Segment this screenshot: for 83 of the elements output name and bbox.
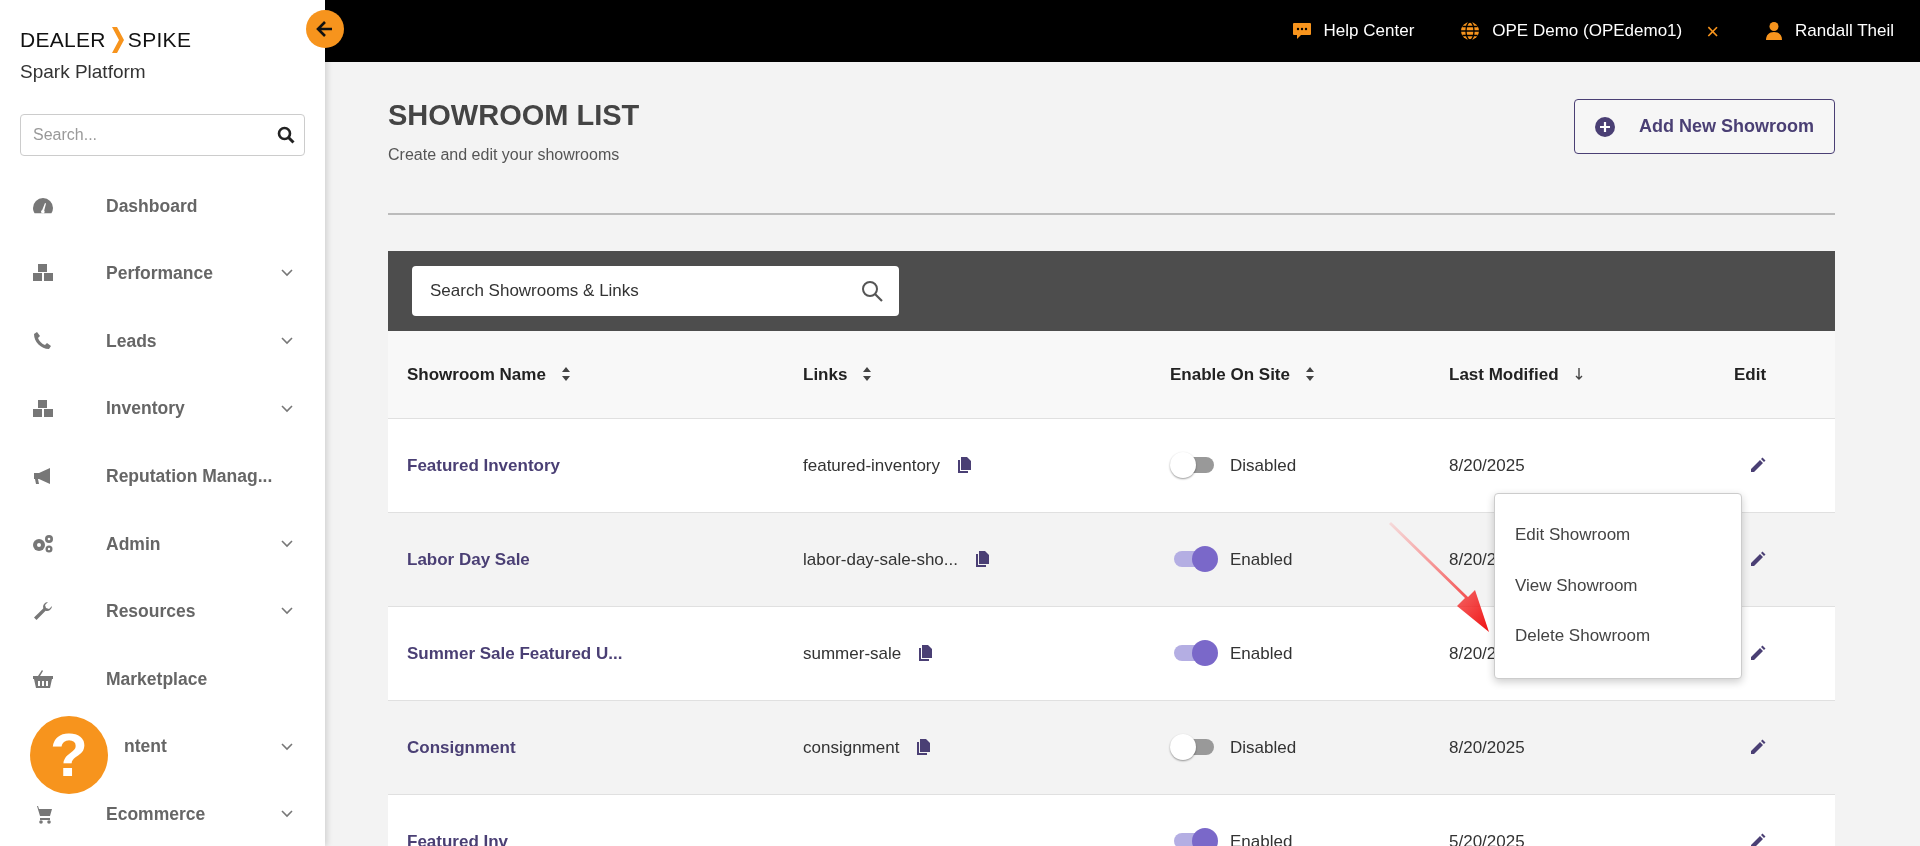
wrench-icon xyxy=(32,601,54,622)
table-cell-text: 8/20/2025 xyxy=(1449,736,1526,759)
dashboard-icon xyxy=(32,195,54,216)
showroom-name-link[interactable]: Labor Day Sale xyxy=(407,546,803,573)
gears-icon xyxy=(32,533,54,554)
showroom-name-link[interactable]: Featured Inv xyxy=(407,828,803,846)
status-text: Enabled xyxy=(1230,830,1293,846)
chevron-down-icon[interactable] xyxy=(281,539,293,548)
page-subtitle: Create and edit your showrooms xyxy=(388,144,621,165)
table-cell-text: 8/20/2 xyxy=(1449,642,1498,665)
sort-arrow-icon[interactable] xyxy=(1574,367,1583,382)
copy-icon[interactable] xyxy=(917,644,934,663)
globe-icon xyxy=(1460,21,1481,41)
sidebar-item[interactable]: ntent xyxy=(124,733,167,760)
sort-icon[interactable] xyxy=(1306,367,1314,382)
edit-icon[interactable] xyxy=(1750,739,1766,756)
search-icon[interactable] xyxy=(277,126,295,144)
copy-icon[interactable] xyxy=(973,550,990,569)
boxes-icon xyxy=(32,263,54,284)
status-text: Enabled xyxy=(1230,548,1293,571)
add-showroom-button[interactable]: Add New Showroom xyxy=(1574,99,1835,154)
collapse-button[interactable] xyxy=(306,10,344,48)
boxes-icon xyxy=(32,398,54,419)
sort-icon[interactable] xyxy=(863,367,872,382)
table-cell-text: 8/20/2 xyxy=(1449,548,1498,571)
table-cell-text: featured-inventory xyxy=(803,454,941,477)
chevron-down-icon[interactable] xyxy=(281,269,293,278)
status-text: Disabled xyxy=(1230,736,1297,759)
user-icon xyxy=(1765,21,1784,41)
search-icon[interactable] xyxy=(861,279,883,302)
showroom-name-link[interactable]: Consignment xyxy=(407,734,803,761)
chat-icon xyxy=(1291,21,1312,41)
chevron-down-icon[interactable] xyxy=(281,607,293,616)
chevron-down-icon[interactable] xyxy=(281,337,293,345)
copy-icon[interactable] xyxy=(956,456,973,475)
sidebar-item[interactable]: Resources xyxy=(106,598,196,625)
column-header: Edit xyxy=(1734,363,1767,386)
edit-icon[interactable] xyxy=(1750,645,1766,662)
edit-icon[interactable] xyxy=(1750,833,1766,846)
column-header: Showroom Name xyxy=(407,363,546,386)
menu-item[interactable]: Edit Showroom xyxy=(1495,510,1741,561)
table-cell-text: consignment xyxy=(803,736,900,759)
plus-circle-icon xyxy=(1595,116,1615,137)
phone-icon xyxy=(32,331,54,351)
sidebar-item[interactable]: Marketplace xyxy=(106,665,208,693)
search-field[interactable]: Search Showrooms & Links xyxy=(412,265,899,316)
table-cell-text: summer-sale xyxy=(803,642,902,665)
chevron-down-icon[interactable] xyxy=(281,742,293,751)
platform-name: Spark Platform xyxy=(20,59,147,84)
column-header: Links xyxy=(803,363,848,386)
topbar-link[interactable]: Randall Theil xyxy=(1795,18,1894,44)
copy-icon[interactable] xyxy=(915,738,932,757)
sort-icon[interactable] xyxy=(561,367,570,382)
search-field[interactable]: Search... xyxy=(20,114,305,156)
chevron-down-icon[interactable] xyxy=(281,404,293,413)
arrow-left-icon xyxy=(315,19,335,39)
menu-item[interactable]: Delete Showroom xyxy=(1495,611,1741,662)
logo: DEALER SPIKE xyxy=(20,25,193,55)
chevron-down-icon[interactable] xyxy=(281,810,293,819)
status-text: Enabled xyxy=(1230,642,1293,665)
table-cell-text: 8/20/2025 xyxy=(1449,454,1526,477)
sidebar-item[interactable]: Reputation Manag... xyxy=(106,463,273,490)
topbar-link[interactable]: OPE Demo (OPEdemo1) xyxy=(1492,18,1683,44)
sidebar-item[interactable]: Leads xyxy=(106,327,157,355)
basket-icon xyxy=(32,668,54,689)
sidebar-item[interactable]: Admin xyxy=(106,530,161,557)
sidebar-item[interactable]: Inventory xyxy=(106,395,185,422)
showroom-name-link[interactable]: Summer Sale Featured U... xyxy=(407,640,803,667)
menu-item[interactable]: View Showroom xyxy=(1495,560,1741,611)
sidebar-item[interactable]: Dashboard xyxy=(106,192,198,219)
table-cell-text: 5/20/2025 xyxy=(1449,830,1526,846)
showroom-name-link[interactable]: Featured Inventory xyxy=(407,452,803,479)
close-button[interactable]: × xyxy=(1700,14,1720,48)
status-text: Disabled xyxy=(1230,454,1297,477)
edit-icon[interactable] xyxy=(1750,551,1766,568)
page-title: SHOWROOM LIST xyxy=(388,98,640,133)
edit-icon[interactable] xyxy=(1750,457,1766,474)
column-header: Last Modified xyxy=(1449,363,1559,386)
sidebar-item[interactable]: Ecommerce xyxy=(106,801,206,828)
sidebar-item[interactable]: Performance xyxy=(106,260,213,287)
column-header: Enable On Site xyxy=(1170,363,1290,386)
topbar-link[interactable]: Help Center xyxy=(1323,18,1415,44)
table-cell-text: labor-day-sale-sho... xyxy=(803,548,958,571)
